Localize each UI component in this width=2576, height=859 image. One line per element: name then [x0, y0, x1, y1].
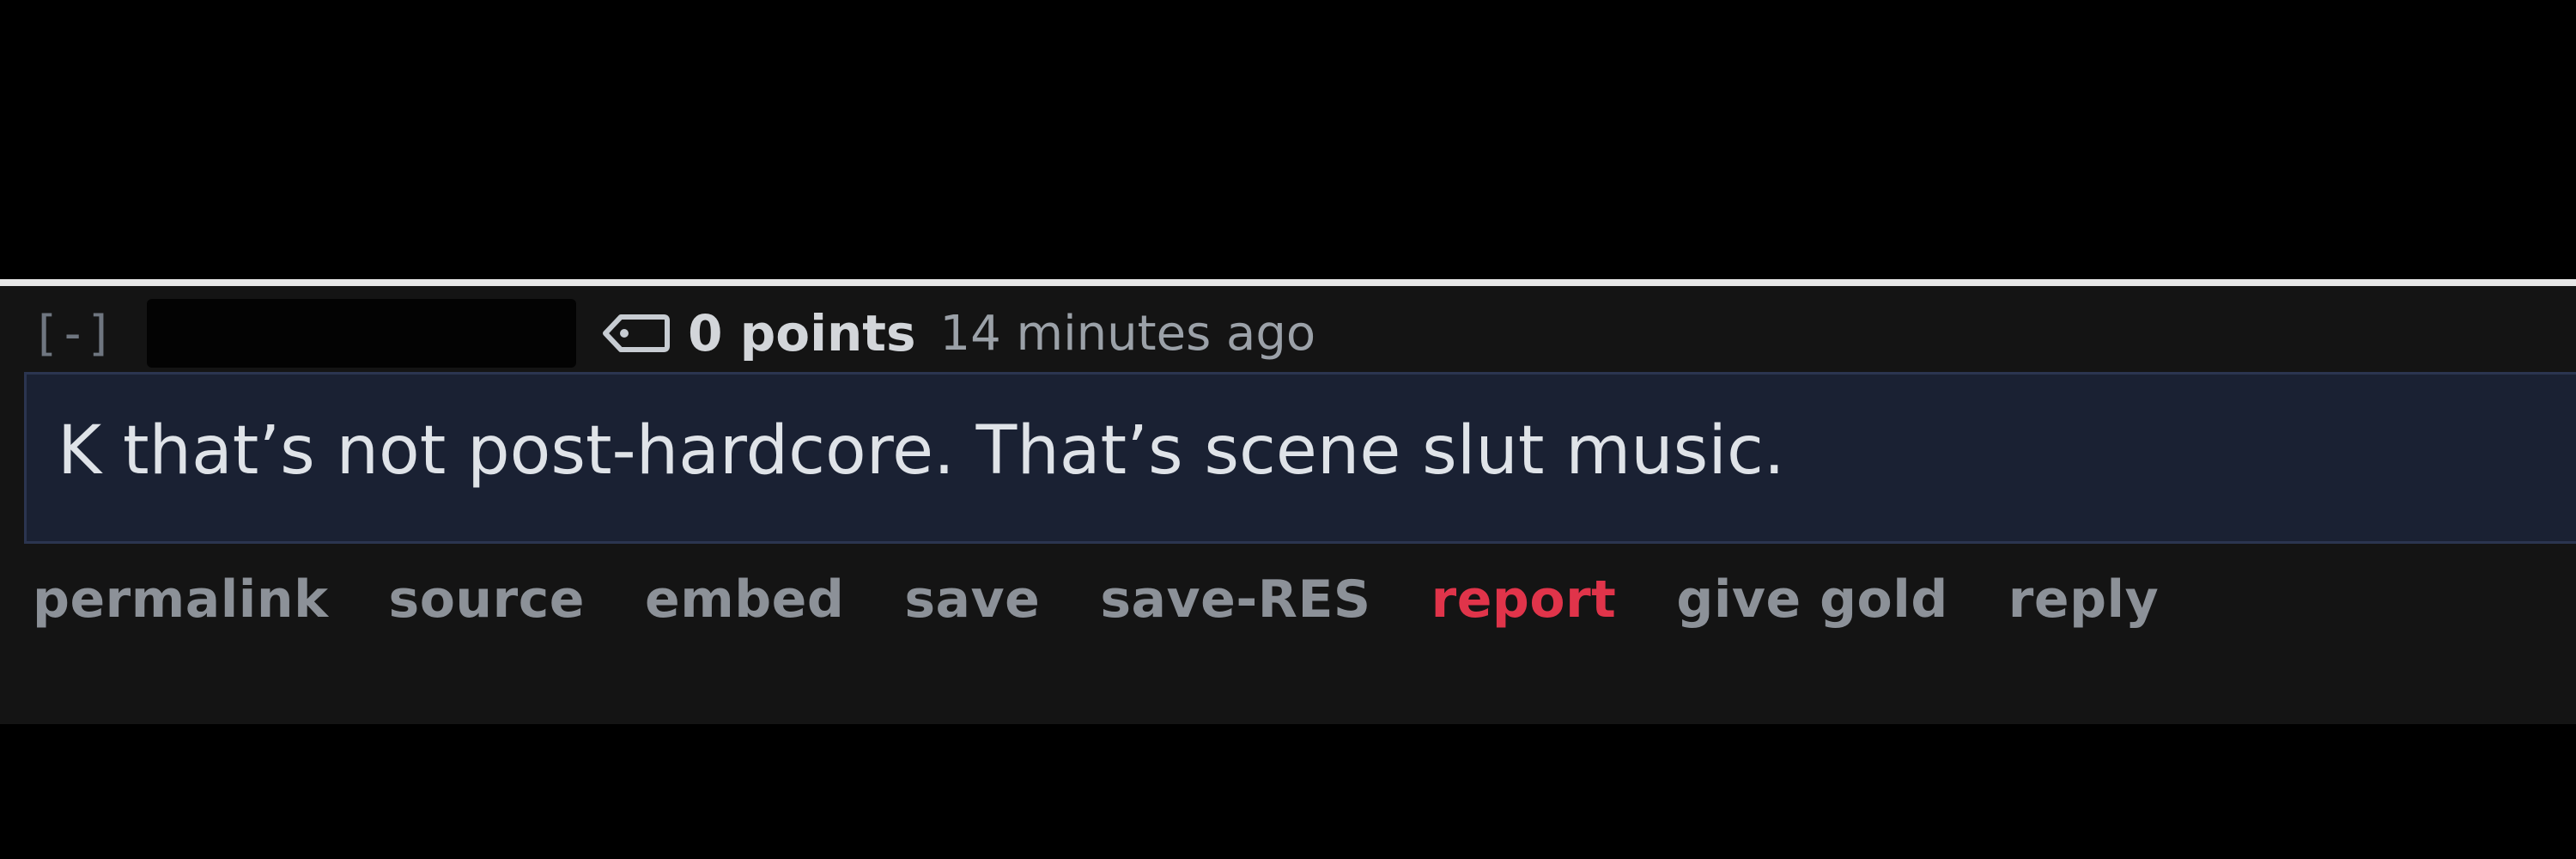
source-link[interactable]: source: [389, 570, 586, 630]
top-black-area: [0, 0, 2576, 279]
report-link[interactable]: report: [1431, 570, 1617, 630]
timestamp: 14 minutes ago: [939, 305, 1316, 362]
comment-actions: permalink source embed save save-RES rep…: [33, 565, 2219, 634]
collapse-toggle[interactable]: [-]: [31, 306, 114, 362]
comment-text: K that’s not post-hardcore. That’s scene…: [58, 412, 1785, 490]
comment-body: K that’s not post-hardcore. That’s scene…: [24, 372, 2576, 544]
give-gold-link[interactable]: give gold: [1676, 570, 1947, 630]
save-res-link[interactable]: save-RES: [1100, 570, 1370, 630]
comment-tagline: [-] 0 points 14 minutes ago: [31, 299, 1316, 368]
author-redacted: [147, 299, 577, 368]
comment: [-] 0 points 14 minutes ago K that’s not…: [0, 286, 2576, 724]
bottom-black-area: [0, 724, 2576, 859]
save-link[interactable]: save: [904, 570, 1040, 630]
tag-icon: [602, 312, 671, 355]
permalink-link[interactable]: permalink: [33, 570, 329, 630]
reply-link[interactable]: reply: [2008, 570, 2159, 630]
score: 0 points: [688, 304, 916, 362]
embed-link[interactable]: embed: [645, 570, 844, 630]
divider-line: [0, 279, 2576, 286]
